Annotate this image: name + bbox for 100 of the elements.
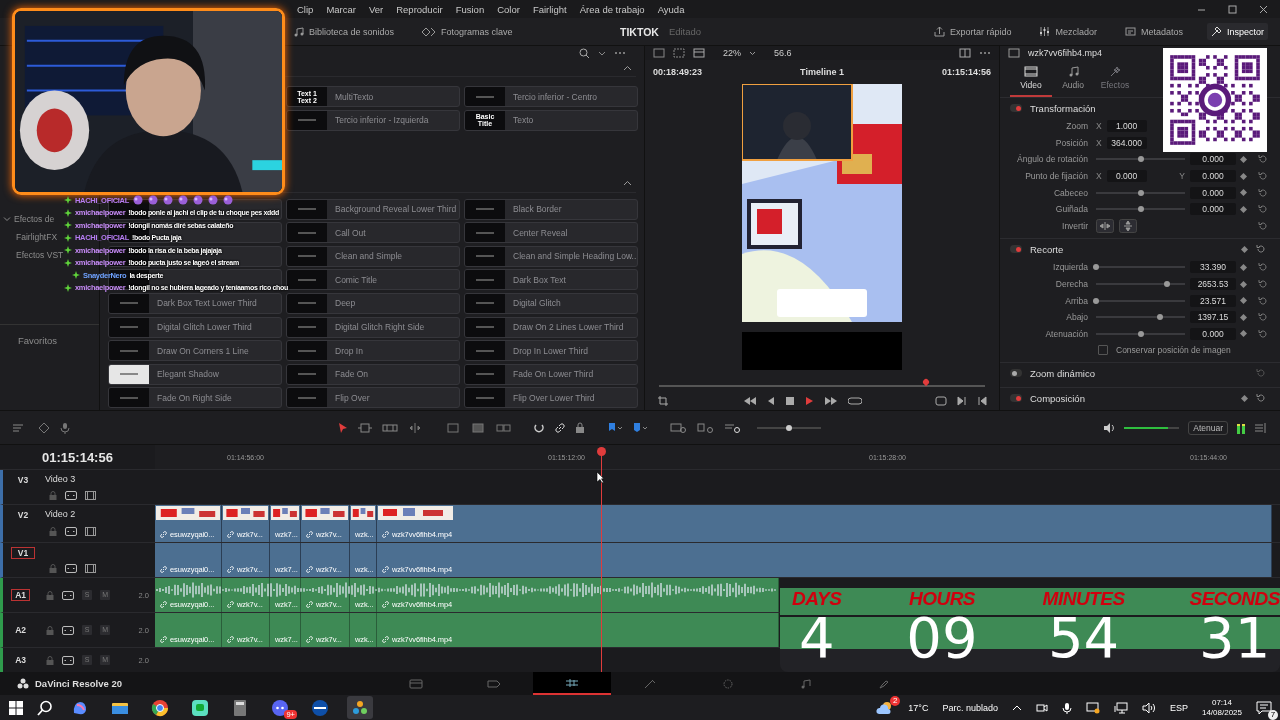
countdown-label: SECONDS <box>1189 588 1280 610</box>
countdown-label: MINUTES <box>1042 588 1125 610</box>
title-template[interactable]: Dark Box Text <box>464 269 638 291</box>
metadata-button[interactable]: Metadatos <box>1120 23 1187 40</box>
property-label: Izquierda <box>1052 262 1088 273</box>
title-template[interactable]: Clean and Simple <box>286 245 460 267</box>
axis-label: X <box>1096 171 1102 182</box>
inspector-button[interactable]: Inspector <box>1206 23 1268 40</box>
countdown-value: 31 <box>1199 610 1271 665</box>
title-template[interactable]: Drop In Lower Third <box>464 340 638 362</box>
track-name: Video 2 <box>45 509 76 519</box>
timeline-selector[interactable]: Timeline 1 <box>800 67 844 77</box>
clock-date[interactable]: 14/08/2025 <box>1201 707 1242 718</box>
track-id[interactable]: A1 <box>11 589 31 601</box>
axis-label: Y <box>1179 171 1185 182</box>
section-title[interactable]: Composición <box>1030 392 1085 404</box>
title-template[interactable]: Center Reveal <box>464 222 638 244</box>
track-id[interactable]: V3 <box>11 474 35 486</box>
title-template[interactable]: Fade On Right Side <box>108 387 282 409</box>
countdown-value: 54 <box>1047 610 1120 665</box>
sound-library-button[interactable]: Biblioteca de sonidos <box>290 23 399 40</box>
keyframes-button[interactable]: Fotogramas clave <box>418 23 517 40</box>
title-template[interactable]: Call Out <box>286 222 460 244</box>
title-template[interactable]: Flip Over <box>286 387 460 409</box>
title-template[interactable]: Tercio inferior - Izquierda <box>286 109 460 131</box>
menu-item[interactable]: Color <box>497 3 520 15</box>
checkbox-label: Conservar posición de imagen <box>1116 345 1231 356</box>
menu-item[interactable]: Reproducir <box>396 3 443 15</box>
title-template[interactable]: Deep <box>286 292 460 314</box>
sidebar-heading: Favoritos <box>0 324 99 346</box>
title-template[interactable]: Black Border <box>464 198 638 220</box>
menu-item[interactable]: Área de trabajo <box>579 3 645 15</box>
title-template[interactable]: Drop In <box>286 340 460 362</box>
sidebar-item[interactable]: FairlightFX <box>16 228 58 246</box>
title-template[interactable]: Background Reveal Lower Third <box>286 198 460 220</box>
title-template[interactable]: Fade On <box>286 363 460 385</box>
quick-export-button[interactable]: Exportar rápido <box>929 23 1016 40</box>
title-template[interactable]: Draw On 2 Lines Lower Third <box>464 316 638 338</box>
value-field[interactable]: 0.000 <box>1190 327 1236 340</box>
project-status: Editado <box>668 26 702 37</box>
property-label: Guiñada <box>1054 204 1088 215</box>
value-field[interactable]: 23.571 <box>1190 294 1236 307</box>
title-template[interactable]: Draw On Corners 1 Line <box>108 340 282 362</box>
title-template[interactable]: Clean and Simple Heading Low... <box>464 245 638 267</box>
weather-text[interactable]: Parc. nublado <box>942 702 998 713</box>
temperature[interactable]: 17°C <box>908 702 929 713</box>
value-field[interactable]: 1397.15 <box>1190 311 1236 324</box>
menu-item[interactable]: Ayuda <box>657 3 685 15</box>
countdown-value: 09 <box>906 610 978 665</box>
menu-item[interactable]: Fusion <box>455 3 485 15</box>
title-template[interactable]: Flip Over Lower Third <box>464 387 638 409</box>
notification-badge: 2 <box>890 695 901 706</box>
section-title[interactable]: Zoom dinámico <box>1030 367 1095 379</box>
property-label: Atenuación <box>1044 328 1088 339</box>
value-field[interactable]: 2653.53 <box>1190 278 1236 291</box>
source-timecode: 00:18:49:23 <box>653 67 703 77</box>
sidebar-item[interactable]: Efectos VST <box>16 246 64 264</box>
title-template[interactable]: Digital Glitch Right Side <box>286 316 460 338</box>
track-id[interactable]: A3 <box>11 654 31 666</box>
zoom-dropdown[interactable]: 22% <box>723 48 741 58</box>
value-field[interactable]: 0.000 <box>1106 170 1147 183</box>
value-field[interactable]: 1.000 <box>1106 120 1147 133</box>
menu-item[interactable]: Ver <box>368 3 384 15</box>
frame-rate-value[interactable]: 56.6 <box>774 48 792 58</box>
property-label: Cabeceo <box>1052 187 1088 198</box>
section-title[interactable]: Transformación <box>1030 102 1096 114</box>
inspector-tab[interactable]: Audio <box>1052 60 1094 97</box>
property-label: Ángulo de rotación <box>1016 154 1088 165</box>
track-id[interactable]: V1 <box>11 547 35 559</box>
notification-badge: 7 <box>1268 709 1278 720</box>
mixer-button[interactable]: Mezclador <box>1035 23 1101 40</box>
value-field[interactable]: 0.000 <box>1190 153 1236 166</box>
title-template[interactable]: Digital Glitch <box>464 292 638 314</box>
property-label: Zoom <box>1065 121 1088 132</box>
value-field[interactable]: 0.000 <box>1190 203 1236 216</box>
input-language[interactable]: ESP <box>1169 702 1188 713</box>
dim-button[interactable]: Atenuar <box>1188 420 1228 435</box>
sidebar-item[interactable]: Efectos de <box>14 214 55 224</box>
menu-item[interactable]: Clip <box>297 3 314 15</box>
countdown-label: DAYS <box>792 588 842 610</box>
value-field[interactable]: 364.000 <box>1106 136 1147 149</box>
menu-item[interactable]: Fairlight <box>532 3 567 15</box>
value-field[interactable]: 0.000 <box>1190 170 1236 183</box>
menu-item[interactable]: Marcar <box>326 3 356 15</box>
title-template[interactable]: Elegant Shadow <box>108 363 282 385</box>
value-field[interactable]: 0.000 <box>1190 186 1236 199</box>
clock-time[interactable]: 07:14 <box>1211 697 1232 708</box>
title-template[interactable]: Tercio inferior - Centro <box>464 86 638 107</box>
project-name: TIKTOK <box>620 25 659 38</box>
inspector-tab[interactable]: Video <box>1010 60 1052 97</box>
property-label: Posición <box>1054 137 1088 148</box>
track-id[interactable]: A2 <box>11 624 31 636</box>
track-name: Video 3 <box>45 474 76 484</box>
value-field[interactable]: 33.390 <box>1190 261 1236 274</box>
title-template[interactable]: Fade On Lower Third <box>464 363 638 385</box>
property-label: Punto de fijación <box>1024 171 1088 182</box>
title-template[interactable]: Dark Box Text Lower Third <box>108 292 282 314</box>
section-title[interactable]: Recorte <box>1030 243 1064 255</box>
title-template[interactable]: Digital Glitch Lower Third <box>108 316 282 338</box>
track-id[interactable]: V2 <box>11 509 35 521</box>
